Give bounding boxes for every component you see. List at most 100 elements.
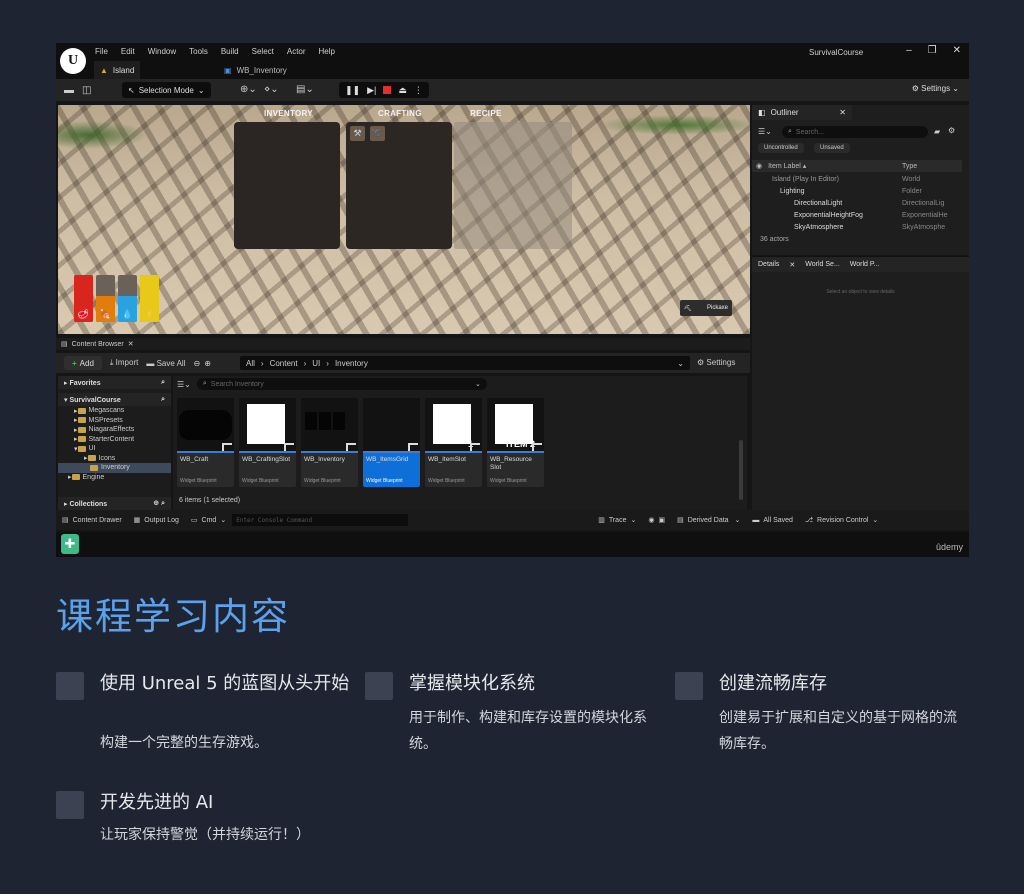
close-icon[interactable]: ✕ (839, 108, 846, 117)
close-icon[interactable]: ✕ (953, 45, 961, 56)
pause-icon[interactable]: ❚❚ (345, 85, 360, 96)
content-drawer-button[interactable]: ▤ Content Drawer (56, 516, 128, 525)
add-button[interactable]: + Add (64, 356, 102, 370)
search-icon[interactable]: ⌕ (161, 500, 165, 507)
close-icon[interactable]: ✕ (789, 261, 795, 269)
filter-unsaved[interactable]: Unsaved (814, 143, 850, 153)
menu-file[interactable]: File (95, 47, 108, 56)
filter-icon[interactable]: ☰⌄ (177, 380, 191, 389)
outliner-search[interactable]: ⌕ Search... (782, 126, 928, 138)
menu-window[interactable]: Window (148, 47, 176, 56)
asset-tile[interactable]: WB_Inventory Widget Blueprint (301, 398, 358, 487)
inventory-header: INVENTORY (264, 109, 313, 118)
breadcrumb-all[interactable]: All (246, 359, 255, 368)
outliner-tab[interactable]: ◧ Outliner ✕ (752, 105, 852, 120)
collections-section[interactable]: ▸ Collections ⊕ ⌕ (58, 497, 171, 510)
folder-engine[interactable]: ▸ Engine (58, 473, 171, 483)
eye-icon[interactable]: ◉ (756, 162, 762, 170)
console-input[interactable]: Enter Console Command (232, 514, 409, 526)
outliner-row[interactable]: Lighting Folder (752, 185, 962, 197)
breadcrumb-inventory[interactable]: Inventory (335, 359, 368, 368)
output-log-button[interactable]: ▦ Output Log (128, 516, 185, 525)
outliner-row[interactable]: ExponentialHeightFog ExponentialHe (752, 209, 962, 221)
asset-search-input[interactable]: ⌕ Search Inventory ⌄ (196, 378, 487, 390)
outliner-row[interactable]: Island (Play In Editor) World (752, 173, 962, 185)
all-saved-button[interactable]: ▬ All Saved (746, 517, 799, 524)
stop-icon[interactable] (383, 86, 392, 94)
scrollbar[interactable] (739, 440, 743, 500)
menu-edit[interactable]: Edit (121, 47, 135, 56)
derived-data-dropdown[interactable]: ▤ Derived Data ⌄ (671, 516, 746, 525)
browse-icon[interactable]: ◫ (82, 85, 91, 96)
add-collection-icon[interactable]: ⊕ (153, 500, 159, 507)
more-icon[interactable]: ⋮ (414, 85, 423, 96)
column-item-label[interactable]: Item Label ▴ (768, 162, 806, 170)
filter-icon[interactable]: ☰⌄ (758, 127, 772, 136)
eject-icon[interactable]: ⏏ (398, 85, 407, 96)
blueprint-icon[interactable]: ⋄⌄ (264, 84, 279, 95)
asset-tile[interactable]: WB_ItemsGrid Widget Blueprint (363, 398, 420, 487)
feature-checkbox (365, 672, 393, 700)
outliner-row[interactable]: SkyAtmosphere SkyAtmosphe (752, 221, 962, 233)
menu-help[interactable]: Help (319, 47, 335, 56)
menu-build[interactable]: Build (221, 47, 239, 56)
cmd-dropdown[interactable]: ▭ Cmd ⌄ (185, 516, 232, 525)
cinematics-icon[interactable]: ▤⌄ (296, 84, 314, 95)
import-button[interactable]: ⤓ Import (110, 358, 138, 368)
add-actor-icon[interactable]: ⊕⌄ (240, 84, 257, 95)
menu-actor[interactable]: Actor (287, 47, 306, 56)
back-icon[interactable]: ⊖ (193, 359, 200, 368)
folder-icon[interactable]: ▰ (934, 127, 940, 136)
favorites-section[interactable]: ▸ Favorites ⌕ (58, 376, 171, 389)
search-icon[interactable]: ⌕ (161, 396, 165, 404)
folder-niagaraeffects[interactable]: ▸ NiagaraEffects (58, 425, 171, 435)
breadcrumb-content[interactable]: Content (270, 359, 298, 368)
save-icon[interactable]: ▬ (64, 85, 74, 96)
search-icon[interactable]: ⌕ (161, 379, 165, 387)
outliner-panel: ◧ Outliner ✕ ☰⌄ ⌕ Search... ▰ ⚙ Uncontro… (752, 105, 969, 255)
tab-island[interactable]: ▲ Island (94, 61, 141, 79)
craft-slot-pickaxe[interactable]: ⚒ (350, 126, 365, 141)
revision-control-dropdown[interactable]: ⎇ Revision Control ⌄ (799, 516, 884, 525)
asset-tile[interactable]: ITEM 2 WB_Resource Slot Widget Blueprint (487, 398, 544, 487)
tab-world-partition[interactable]: World P... (850, 261, 880, 268)
breadcrumb-ui[interactable]: UI (312, 359, 320, 368)
asset-tile[interactable]: WB_CraftingSlot Widget Blueprint (239, 398, 296, 487)
asset-tile[interactable]: WB_Craft Widget Blueprint (177, 398, 234, 487)
step-icon[interactable]: ▶| (367, 85, 376, 96)
craft-slot-rope[interactable]: ➰ (370, 126, 385, 141)
content-browser-tab[interactable]: ▤ Content Browser ✕ (56, 338, 750, 350)
record-icons[interactable]: ◉ ▣ (642, 516, 671, 524)
tab-details[interactable]: Details (758, 261, 779, 268)
minimize-icon[interactable]: – (906, 45, 912, 56)
settings-button[interactable]: ⚙ Settings ⌄ (912, 84, 959, 93)
menu-tools[interactable]: Tools (189, 47, 208, 56)
asset-tile[interactable]: 1 WB_ItemSlot Widget Blueprint (425, 398, 482, 487)
project-section[interactable]: ▾ SurvivalCourse ⌕ (58, 393, 171, 406)
folder-mspresets[interactable]: ▸ MSPresets (58, 416, 171, 426)
folder-startercontent[interactable]: ▸ StarterContent (58, 435, 171, 445)
game-viewport[interactable]: INVENTORY CRAFTING RECIPE ⚒ ➰ 🥩 🍖 💧 ⚡ ⛏ Pic… (58, 105, 750, 334)
tab-wb-inventory[interactable]: ▣ WB_Inventory (218, 61, 293, 79)
cb-settings-button[interactable]: ⚙ Settings (697, 358, 735, 367)
maximize-icon[interactable]: ❐ (928, 45, 937, 56)
unreal-logo-icon[interactable]: U (60, 48, 86, 74)
chevron-down-icon[interactable]: ⌄ (677, 359, 684, 368)
filter-uncontrolled[interactable]: Uncontrolled (758, 143, 804, 153)
column-type[interactable]: Type (902, 163, 917, 170)
folder-megascans[interactable]: ▸ Megascans (58, 406, 171, 416)
folder-ui[interactable]: ▾ UI (58, 444, 171, 454)
menu-select[interactable]: Select (252, 47, 274, 56)
folder-icons[interactable]: ▸ Icons (58, 454, 171, 464)
gear-icon[interactable]: ⚙ (948, 126, 955, 135)
trace-dropdown[interactable]: ▥ Trace ⌄ (592, 516, 642, 525)
save-all-button[interactable]: ▬ Save All (146, 359, 185, 368)
close-icon[interactable]: ✕ (128, 340, 134, 348)
forward-icon[interactable]: ⊕ (204, 359, 211, 368)
folder-inventory[interactable]: Inventory (58, 463, 171, 473)
tab-world-settings[interactable]: World Se... (805, 261, 840, 268)
selection-mode-dropdown[interactable]: ↖ Selection Mode ⌄ (122, 82, 211, 98)
outliner-row[interactable]: DirectionalLight DirectionalLig (752, 197, 962, 209)
asset-name: WB_Craft (180, 456, 209, 463)
course-heading: 课程学习内容 (56, 595, 290, 638)
